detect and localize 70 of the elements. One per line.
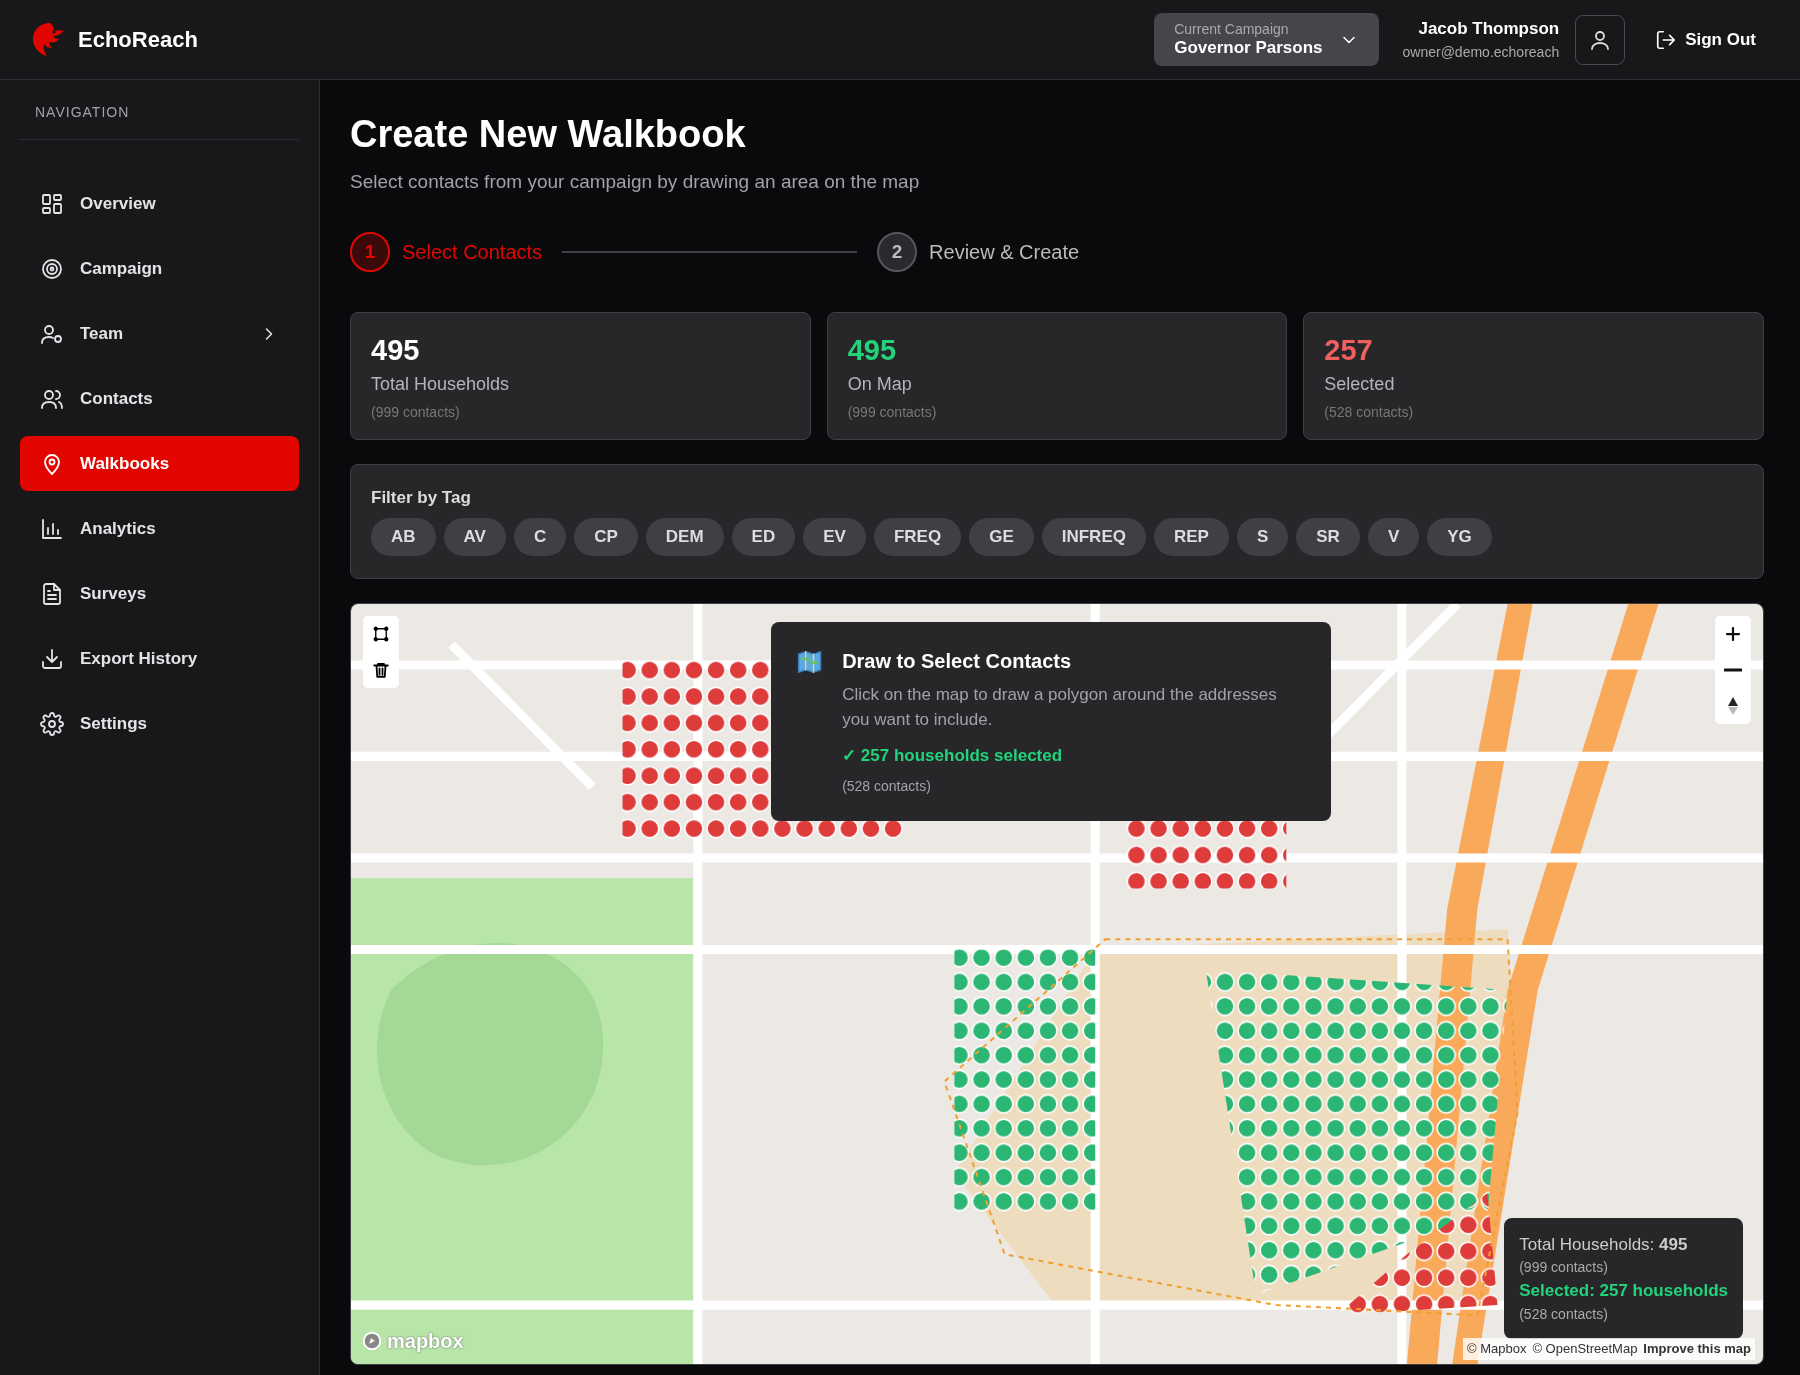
grid-icon — [40, 191, 64, 216]
filter-title: Filter by Tag — [371, 487, 472, 509]
sidebar-item[interactable]: Overview — [20, 176, 299, 231]
sidebar-item[interactable]: Analytics — [20, 501, 299, 556]
tag-chip[interactable]: INFREQ — [1041, 518, 1146, 556]
brand-name: EchoReach — [78, 26, 198, 54]
total-households: Total Households: 495 — [1519, 1234, 1689, 1256]
panel-text: Click on the map to draw a polygon around the addresses you want to include. — [842, 684, 1278, 732]
sidebar-item[interactable]: Campaign — [20, 241, 299, 296]
user-email: owner@demo.echoreach — [1402, 42, 1560, 62]
gear-icon — [40, 711, 64, 736]
mapbox-logo-text: mapbox — [387, 1329, 464, 1354]
step-tab[interactable]: 1 Select Contacts — [350, 232, 543, 273]
campaign-selector[interactable]: Current Campaign Governor Parsons — [1154, 12, 1379, 67]
attribution-link[interactable]: © OpenStreetMap — [1532, 1339, 1638, 1359]
bar-chart-icon — [40, 516, 64, 541]
user-name: Jacob Thompson — [1417, 18, 1560, 41]
trash-icon — [372, 661, 390, 679]
stat-subtext: (528 contacts) — [1324, 403, 1415, 422]
download-icon — [40, 646, 64, 671]
sidebar-item[interactable]: Settings — [20, 696, 299, 751]
tag-chip[interactable]: EV — [803, 518, 866, 556]
attribution-link[interactable]: Improve this map — [1643, 1339, 1751, 1359]
stat-value: 495 — [847, 335, 898, 367]
document-icon — [40, 581, 64, 606]
selection-status: ✓ 257 households selected — [842, 745, 1064, 767]
plus-icon — [1724, 625, 1742, 643]
profile-button[interactable] — [1575, 14, 1626, 65]
tag-chip[interactable]: REP — [1153, 518, 1229, 556]
tag-chip[interactable]: C — [513, 518, 567, 556]
mapbox-logo-icon — [361, 1330, 383, 1352]
tag-chip[interactable]: AB — [371, 518, 436, 556]
tag-chip[interactable]: FREQ — [873, 518, 962, 556]
sign-out-icon — [1655, 28, 1678, 51]
sidebar-item[interactable]: Walkbooks — [20, 436, 299, 491]
sidebar-item[interactable]: Team — [20, 306, 299, 361]
target-icon — [40, 256, 64, 281]
tag-chip[interactable]: S — [1236, 518, 1289, 556]
contacts-count: (528 contacts) — [842, 777, 932, 797]
page-title: Create New Walkbook — [350, 112, 747, 157]
stat-label: Selected — [1324, 373, 1396, 396]
sidebar-item[interactable]: Export History — [20, 631, 299, 686]
contacts-count: (999 contacts) — [1519, 1258, 1609, 1278]
tag-chip[interactable]: AV — [443, 518, 506, 556]
sidebar-item[interactable]: Contacts — [20, 371, 299, 426]
tag-chip[interactable]: DEM — [645, 518, 724, 556]
stat-subtext: (999 contacts) — [371, 403, 461, 422]
stat-value: 257 — [1324, 335, 1374, 367]
tag-chip[interactable]: CP — [574, 518, 638, 556]
stat-label: Total Households — [371, 373, 511, 396]
sidebar-item[interactable]: Surveys — [20, 566, 299, 621]
sign-out-button[interactable]: Sign Out — [1649, 25, 1762, 54]
tag-chip[interactable]: V — [1367, 518, 1420, 556]
page-subtitle: Select contacts from your campaign by drawing an area on the map — [350, 169, 921, 194]
tag-chip[interactable]: GE — [969, 518, 1034, 556]
contacts-count: (528 contacts) — [1519, 1305, 1609, 1324]
selected-households: Selected: 257 households — [1519, 1280, 1728, 1303]
stat-value: 495 — [371, 335, 421, 367]
panel-title: Draw to Select Contacts — [842, 649, 1073, 674]
minus-icon — [1724, 668, 1742, 672]
polygon-icon — [372, 625, 390, 643]
compass-icon — [1725, 696, 1741, 716]
stat-label: On Map — [847, 373, 913, 396]
tag-chip[interactable]: ED — [731, 518, 796, 556]
step-tab[interactable]: 2 Review & Create — [877, 232, 1080, 273]
attribution-link[interactable]: © Mapbox — [1466, 1339, 1527, 1359]
tag-chip[interactable]: YG — [1427, 518, 1492, 556]
tag-chip[interactable]: SR — [1296, 518, 1360, 556]
stat-subtext: (999 contacts) — [847, 403, 938, 422]
section-heading: NAVIGATION — [20, 98, 299, 140]
